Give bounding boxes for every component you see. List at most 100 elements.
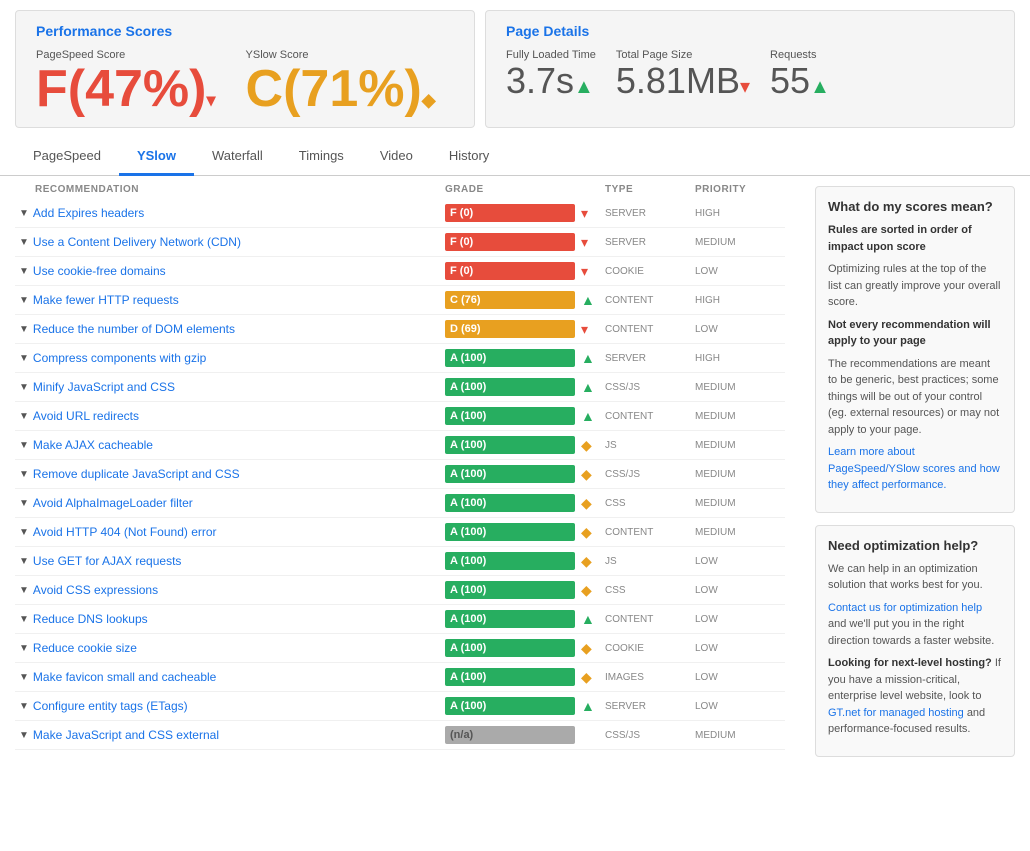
rec-link[interactable]: Avoid HTTP 404 (Not Found) error bbox=[33, 525, 217, 539]
priority-cell: HIGH bbox=[695, 353, 785, 364]
pagespeed-score: PageSpeed Score F(47%)▾ bbox=[36, 49, 216, 115]
grade-bar: A (100) bbox=[445, 523, 575, 541]
grade-arrow-icon: ◆ bbox=[581, 640, 592, 657]
row-chevron[interactable]: ▼ bbox=[19, 469, 29, 480]
contact-link[interactable]: Contact us for optimization help bbox=[828, 602, 982, 614]
tab-video[interactable]: Video bbox=[362, 138, 431, 176]
rec-link[interactable]: Use GET for AJAX requests bbox=[33, 554, 182, 568]
rec-link[interactable]: Minify JavaScript and CSS bbox=[33, 380, 175, 394]
grade-bar: A (100) bbox=[445, 697, 575, 715]
grade-cell: A (100)◆ bbox=[445, 436, 605, 454]
rec-name-cell: ▼ Avoid CSS expressions bbox=[15, 583, 445, 597]
tab-timings[interactable]: Timings bbox=[281, 138, 362, 176]
header-type: Type bbox=[605, 184, 695, 195]
what-box-text1: Optimizing rules at the top of the list … bbox=[828, 261, 1002, 311]
row-chevron[interactable]: ▼ bbox=[19, 643, 29, 654]
row-chevron[interactable]: ▼ bbox=[19, 237, 29, 248]
gtnet-link[interactable]: GT.net for managed hosting bbox=[828, 707, 964, 719]
tab-pagespeed[interactable]: PageSpeed bbox=[15, 138, 119, 176]
grade-arrow-icon: ▲ bbox=[581, 698, 595, 714]
priority-cell: LOW bbox=[695, 556, 785, 567]
priority-cell: MEDIUM bbox=[695, 440, 785, 451]
requests-value: 55▲ bbox=[770, 63, 830, 99]
rec-name-cell: ▼ Compress components with gzip bbox=[15, 351, 445, 365]
type-cell: CSS/JS bbox=[605, 730, 695, 741]
row-chevron[interactable]: ▼ bbox=[19, 672, 29, 683]
table-row: ▼ Compress components with gzipA (100)▲S… bbox=[15, 344, 785, 373]
row-chevron[interactable]: ▼ bbox=[19, 411, 29, 422]
rec-link[interactable]: Reduce cookie size bbox=[33, 641, 137, 655]
row-chevron[interactable]: ▼ bbox=[19, 556, 29, 567]
rec-link[interactable]: Compress components with gzip bbox=[33, 351, 206, 365]
row-chevron[interactable]: ▼ bbox=[19, 498, 29, 509]
row-chevron[interactable]: ▼ bbox=[19, 701, 29, 712]
rec-link[interactable]: Avoid URL redirects bbox=[33, 409, 139, 423]
type-cell: IMAGES bbox=[605, 672, 695, 683]
type-cell: SERVER bbox=[605, 237, 695, 248]
grade-cell: A (100)▲ bbox=[445, 378, 605, 396]
row-chevron[interactable]: ▼ bbox=[19, 527, 29, 538]
type-cell: CONTENT bbox=[605, 527, 695, 538]
rec-link[interactable]: Add Expires headers bbox=[33, 206, 144, 220]
priority-cell: MEDIUM bbox=[695, 411, 785, 422]
grade-cell: A (100)◆ bbox=[445, 523, 605, 541]
row-chevron[interactable]: ▼ bbox=[19, 585, 29, 596]
grade-arrow-icon: ▲ bbox=[581, 292, 595, 308]
table-row: ▼ Avoid HTTP 404 (Not Found) error A (100… bbox=[15, 518, 785, 547]
row-chevron[interactable]: ▼ bbox=[19, 353, 29, 364]
rec-link[interactable]: Use cookie-free domains bbox=[33, 264, 166, 278]
row-chevron[interactable]: ▼ bbox=[19, 730, 29, 741]
row-chevron[interactable]: ▼ bbox=[19, 614, 29, 625]
grade-bar: D (69) bbox=[445, 320, 575, 338]
rec-link[interactable]: Make favicon small and cacheable bbox=[33, 670, 216, 684]
perf-scores-title: Performance Scores bbox=[36, 23, 454, 39]
what-box-title: What do my scores mean? bbox=[828, 199, 1002, 214]
rec-link[interactable]: Reduce DNS lookups bbox=[33, 612, 148, 626]
rec-link[interactable]: Configure entity tags (ETags) bbox=[33, 699, 188, 713]
priority-cell: HIGH bbox=[695, 295, 785, 306]
priority-cell: MEDIUM bbox=[695, 527, 785, 538]
tab-history[interactable]: History bbox=[431, 138, 507, 176]
total-size: Total Page Size 5.81MB▾ bbox=[616, 49, 750, 99]
type-cell: CSS/JS bbox=[605, 469, 695, 480]
rec-name-cell: ▼ Remove duplicate JavaScript and CSS bbox=[15, 467, 445, 481]
rec-link[interactable]: Make AJAX cacheable bbox=[33, 438, 153, 452]
what-box-link-anchor[interactable]: Learn more about PageSpeed/YSlow scores … bbox=[828, 446, 1000, 491]
table-row: ▼ Avoid CSS expressionsA (100)◆CSSLOW bbox=[15, 576, 785, 605]
row-chevron[interactable]: ▼ bbox=[19, 324, 29, 335]
rec-link[interactable]: Make fewer HTTP requests bbox=[33, 293, 179, 307]
row-chevron[interactable]: ▼ bbox=[19, 266, 29, 277]
tab-yslow[interactable]: YSlow bbox=[119, 138, 194, 176]
rec-link[interactable]: Use a Content Delivery Network (CDN) bbox=[33, 235, 241, 249]
grade-bar: C (76) bbox=[445, 291, 575, 309]
performance-scores: Performance Scores PageSpeed Score F(47%… bbox=[15, 10, 475, 128]
row-chevron[interactable]: ▼ bbox=[19, 208, 29, 219]
tab-waterfall[interactable]: Waterfall bbox=[194, 138, 281, 176]
what-box-link: Learn more about PageSpeed/YSlow scores … bbox=[828, 444, 1002, 494]
priority-cell: MEDIUM bbox=[695, 382, 785, 393]
table-row: ▼ Minify JavaScript and CSS A (100)▲CSS/J… bbox=[15, 373, 785, 402]
row-chevron[interactable]: ▼ bbox=[19, 295, 29, 306]
rec-name-cell: ▼ Avoid URL redirects bbox=[15, 409, 445, 423]
rec-link[interactable]: Avoid CSS expressions bbox=[33, 583, 158, 597]
table-row: ▼ Configure entity tags (ETags)A (100)▲S… bbox=[15, 692, 785, 721]
type-cell: CSS bbox=[605, 498, 695, 509]
pagespeed-value: F(47%)▾ bbox=[36, 63, 216, 115]
grade-cell: A (100)▲ bbox=[445, 610, 605, 628]
grade-cell: F (0)▾ bbox=[445, 233, 605, 251]
row-chevron[interactable]: ▼ bbox=[19, 382, 29, 393]
rec-link[interactable]: Remove duplicate JavaScript and CSS bbox=[33, 467, 240, 481]
what-box-bold2: Not every recommendation will apply to y… bbox=[828, 317, 1002, 350]
grade-bar: F (0) bbox=[445, 204, 575, 222]
type-cell: CSS/JS bbox=[605, 382, 695, 393]
rec-link[interactable]: Avoid AlphaImageLoader filter bbox=[33, 496, 193, 510]
need-box-title: Need optimization help? bbox=[828, 538, 1002, 553]
grade-cell: A (100) ▲ bbox=[445, 697, 605, 715]
grade-bar: A (100) bbox=[445, 610, 575, 628]
grade-arrow-icon: ◆ bbox=[581, 466, 592, 483]
fully-loaded: Fully Loaded Time 3.7s▲ bbox=[506, 49, 596, 99]
rec-link[interactable]: Reduce the number of DOM elements bbox=[33, 322, 235, 336]
rec-link[interactable]: Make JavaScript and CSS external bbox=[33, 728, 219, 742]
type-cell: CONTENT bbox=[605, 411, 695, 422]
row-chevron[interactable]: ▼ bbox=[19, 440, 29, 451]
